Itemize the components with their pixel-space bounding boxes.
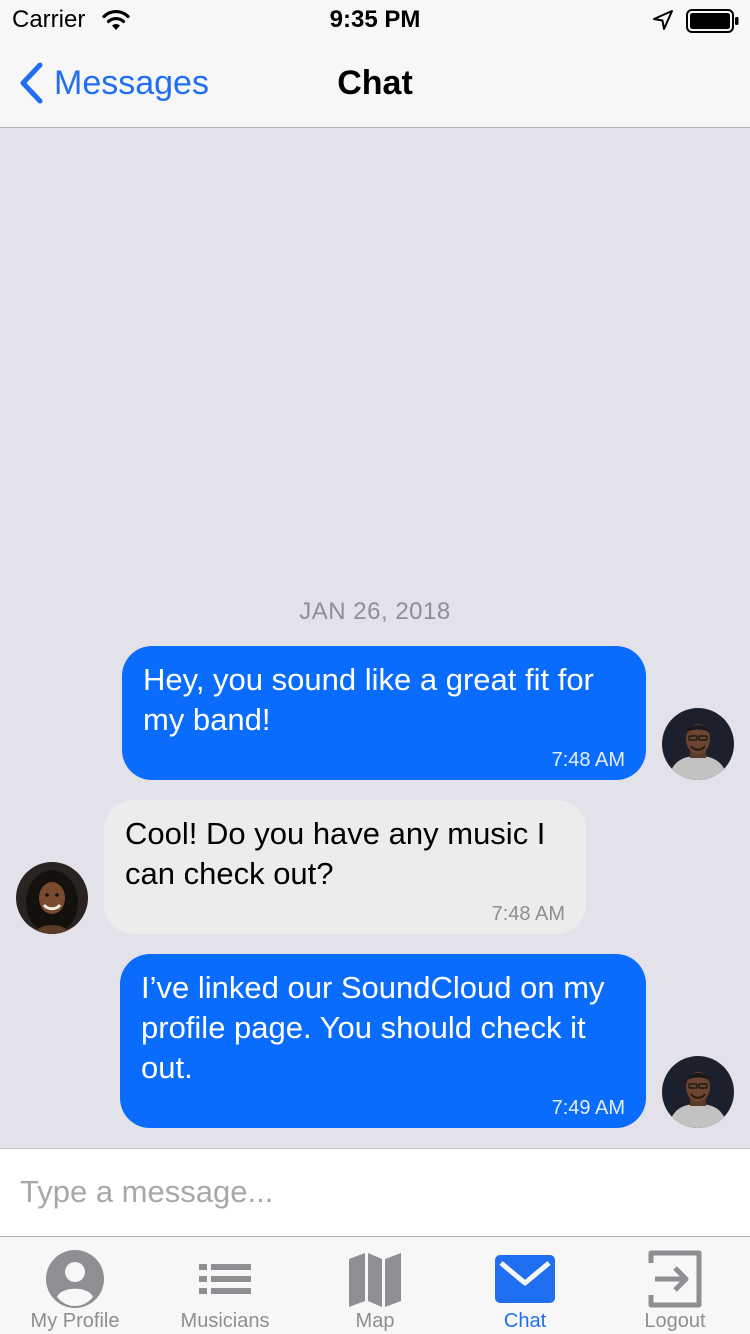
composer-bar (0, 1148, 750, 1236)
tab-chat[interactable]: Chat (450, 1237, 600, 1334)
avatar[interactable] (16, 862, 88, 934)
message-text: Hey, you sound like a great fit for my b… (143, 662, 594, 737)
avatar[interactable] (662, 708, 734, 780)
location-arrow-icon (653, 10, 673, 30)
message-bubble-outgoing[interactable]: I’ve linked our SoundCloud on my profile… (120, 954, 646, 1128)
tab-label: Map (355, 1310, 395, 1332)
list-icon (199, 1264, 251, 1294)
message-time: 7:49 AM (551, 1097, 625, 1119)
tab-label: Chat (503, 1310, 547, 1332)
message-time: 7:48 AM (551, 749, 625, 771)
tab-label: Musicians (180, 1310, 270, 1332)
status-bar: Carrier 9:35 PM (0, 0, 750, 40)
map-icon (349, 1253, 401, 1307)
message-list[interactable]: JAN 26, 2018 Hey, you sound like a great… (0, 128, 750, 1148)
tab-musicians[interactable]: Musicians (150, 1237, 300, 1334)
logout-icon (648, 1250, 702, 1308)
tab-label: Logout (644, 1310, 706, 1332)
tab-logout[interactable]: Logout (600, 1237, 750, 1334)
message-text: I’ve linked our SoundCloud on my profile… (141, 970, 605, 1085)
message-bubble-incoming[interactable]: Cool! Do you have any music I can check … (104, 800, 586, 934)
message-input[interactable] (20, 1167, 720, 1217)
message-time: 7:48 AM (491, 903, 565, 925)
navigation-bar: Messages Chat (0, 40, 750, 128)
tab-map[interactable]: Map (300, 1237, 450, 1334)
page-title: Chat (337, 64, 413, 102)
message-text: Cool! Do you have any music I can check … (125, 816, 546, 891)
avatar[interactable] (662, 1056, 734, 1128)
status-time: 9:35 PM (329, 6, 421, 33)
person-circle-icon (46, 1250, 104, 1308)
tab-bar: My Profile Musicians Map Chat Logout (0, 1236, 750, 1334)
envelope-icon (495, 1255, 555, 1303)
tab-label: My Profile (30, 1310, 120, 1332)
message-bubble-outgoing[interactable]: Hey, you sound like a great fit for my b… (122, 646, 646, 780)
tab-my-profile[interactable]: My Profile (0, 1237, 150, 1334)
battery-icon (686, 9, 739, 33)
date-separator: JAN 26, 2018 (299, 598, 451, 625)
